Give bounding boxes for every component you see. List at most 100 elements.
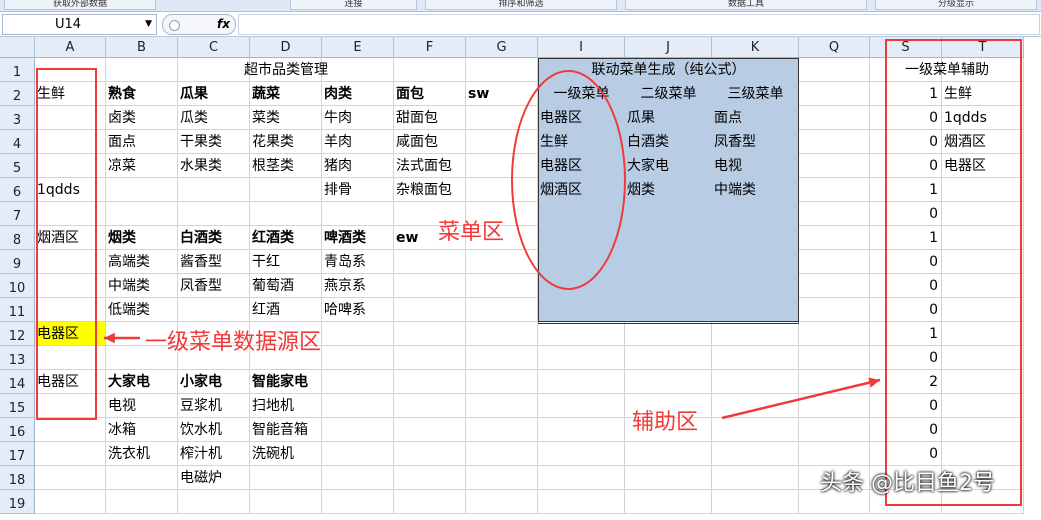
chevron-down-icon[interactable]: ▼ (145, 15, 152, 34)
cell-c17[interactable]: 榨汁机 (178, 442, 250, 466)
row-header-13[interactable]: 13 (0, 346, 35, 370)
row-header-4[interactable]: 4 (0, 130, 35, 154)
menu-cell-r1-c3[interactable]: 面点 (712, 106, 799, 130)
cell-d8[interactable]: 红酒类 (250, 226, 322, 250)
cell-b15[interactable]: 电视 (106, 394, 178, 418)
cell-b14[interactable]: 大家电 (106, 370, 178, 394)
cell-d10[interactable]: 葡萄酒 (250, 274, 322, 298)
source-area-box (36, 68, 97, 420)
cell-e3[interactable]: 牛肉 (322, 106, 394, 130)
cell-f5[interactable]: 法式面包 (394, 154, 466, 178)
cell-b5[interactable]: 凉菜 (106, 154, 178, 178)
column-header-f[interactable]: F (394, 37, 466, 58)
cell-d17[interactable]: 洗碗机 (250, 442, 322, 466)
row-header-2[interactable]: 2 (0, 82, 35, 106)
column-header-k[interactable]: K (712, 37, 799, 58)
row-header-18[interactable]: 18 (0, 466, 35, 490)
column-header-g[interactable]: G (466, 37, 538, 58)
row-header-14[interactable]: 14 (0, 370, 35, 394)
column-header-b[interactable]: B (106, 37, 178, 58)
ribbon-button-data-tools[interactable]: 数据工具 (625, 0, 867, 10)
row-header-7[interactable]: 7 (0, 202, 35, 226)
formula-input[interactable] (238, 14, 1040, 35)
cell-d16[interactable]: 智能音箱 (250, 418, 322, 442)
row-header-17[interactable]: 17 (0, 442, 35, 466)
cell-e8[interactable]: 啤酒类 (322, 226, 394, 250)
cell-c14[interactable]: 小家电 (178, 370, 250, 394)
cell-d3[interactable]: 菜类 (250, 106, 322, 130)
cell-b17[interactable]: 洗衣机 (106, 442, 178, 466)
column-header-q[interactable]: Q (799, 37, 870, 58)
cell-d2[interactable]: 蔬菜 (250, 82, 322, 106)
cell-d14[interactable]: 智能家电 (250, 370, 322, 394)
menu-cell-r4-c2[interactable]: 烟类 (625, 178, 712, 202)
cell-e6[interactable]: 排骨 (322, 178, 394, 202)
column-header-e[interactable]: E (322, 37, 394, 58)
select-all-corner[interactable] (0, 37, 35, 58)
cell-d11[interactable]: 红酒 (250, 298, 322, 322)
cell-d4[interactable]: 花果类 (250, 130, 322, 154)
cell-f6[interactable]: 杂粮面包 (394, 178, 466, 202)
cell-e10[interactable]: 燕京系 (322, 274, 394, 298)
row-header-12[interactable]: 12 (0, 322, 35, 346)
cell-b3[interactable]: 卤类 (106, 106, 178, 130)
cell-b16[interactable]: 冰箱 (106, 418, 178, 442)
cell-c2[interactable]: 瓜果 (178, 82, 250, 106)
row-header-1[interactable]: 1 (0, 58, 35, 82)
column-header-i[interactable]: I (538, 37, 625, 58)
cell-b10[interactable]: 中端类 (106, 274, 178, 298)
cell-c4[interactable]: 干果类 (178, 130, 250, 154)
cell-c16[interactable]: 饮水机 (178, 418, 250, 442)
cell-f3[interactable]: 甜面包 (394, 106, 466, 130)
menu-cell-r3-c3[interactable]: 电视 (712, 154, 799, 178)
cell-e4[interactable]: 羊肉 (322, 130, 394, 154)
cell-b8[interactable]: 烟类 (106, 226, 178, 250)
ribbon-button-sort-filter[interactable]: 排序和筛选 (425, 0, 617, 10)
ribbon-button-connections[interactable]: 连接 (290, 0, 417, 10)
cell-c10[interactable]: 凤香型 (178, 274, 250, 298)
ribbon-button-outline[interactable]: 分级显示 (875, 0, 1037, 10)
cell-d5[interactable]: 根茎类 (250, 154, 322, 178)
menu-cell-r3-c2[interactable]: 大家电 (625, 154, 712, 178)
cell-b11[interactable]: 低端类 (106, 298, 178, 322)
cell-e11[interactable]: 哈啤系 (322, 298, 394, 322)
menu-cell-r4-c3[interactable]: 中端类 (712, 178, 799, 202)
cell-c15[interactable]: 豆浆机 (178, 394, 250, 418)
cell-b2[interactable]: 熟食 (106, 82, 178, 106)
cell-c3[interactable]: 瓜类 (178, 106, 250, 130)
row-header-10[interactable]: 10 (0, 274, 35, 298)
cell-c5[interactable]: 水果类 (178, 154, 250, 178)
cell-f2[interactable]: 面包 (394, 82, 466, 106)
column-header-d[interactable]: D (250, 37, 322, 58)
menu-cell-r1-c2[interactable]: 瓜果 (625, 106, 712, 130)
ribbon-button-get-data[interactable]: 获取外部数据 (4, 0, 156, 10)
cell-e5[interactable]: 猪肉 (322, 154, 394, 178)
cell-c8[interactable]: 白酒类 (178, 226, 250, 250)
row-header-9[interactable]: 9 (0, 250, 35, 274)
cell-d15[interactable]: 扫地机 (250, 394, 322, 418)
cell-b9[interactable]: 高端类 (106, 250, 178, 274)
row-header-15[interactable]: 15 (0, 394, 35, 418)
cell-d9[interactable]: 干红 (250, 250, 322, 274)
row-header-6[interactable]: 6 (0, 178, 35, 202)
insert-function-icon[interactable]: fx (217, 15, 230, 34)
cell-e2[interactable]: 肉类 (322, 82, 394, 106)
row-header-19[interactable]: 19 (0, 490, 35, 514)
row-header-16[interactable]: 16 (0, 418, 35, 442)
column-header-j[interactable]: J (625, 37, 712, 58)
menu-cell-r2-c3[interactable]: 凤香型 (712, 130, 799, 154)
row-header-8[interactable]: 8 (0, 226, 35, 250)
cell-c18[interactable]: 电磁炉 (178, 466, 250, 490)
row-header-5[interactable]: 5 (0, 154, 35, 178)
cell-c9[interactable]: 酱香型 (178, 250, 250, 274)
cell-b4[interactable]: 面点 (106, 130, 178, 154)
resize-handle-icon[interactable] (169, 20, 180, 31)
menu-cell-r2-c2[interactable]: 白酒类 (625, 130, 712, 154)
cell-e9[interactable]: 青岛系 (322, 250, 394, 274)
row-header-3[interactable]: 3 (0, 106, 35, 130)
cell-f4[interactable]: 咸面包 (394, 130, 466, 154)
column-header-a[interactable]: A (35, 37, 106, 58)
column-header-c[interactable]: C (178, 37, 250, 58)
row-header-11[interactable]: 11 (0, 298, 35, 322)
name-box[interactable]: U14 ▼ (2, 14, 157, 35)
